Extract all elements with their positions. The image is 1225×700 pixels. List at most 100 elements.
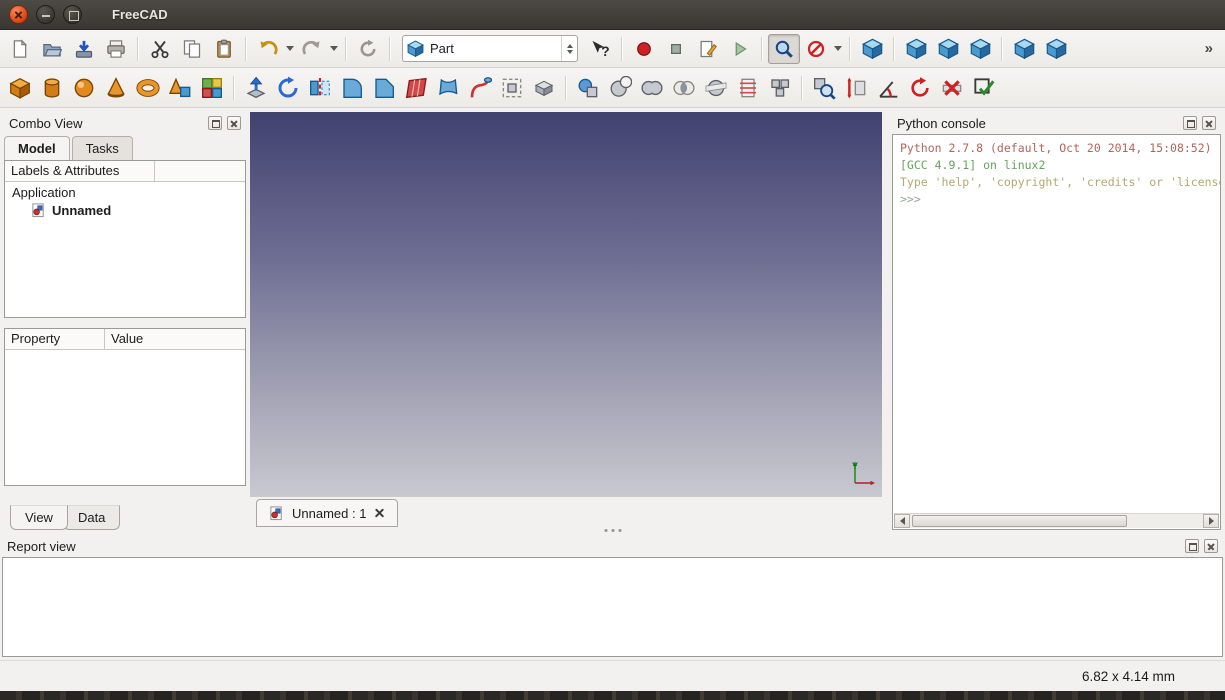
- macro-play-button[interactable]: [724, 34, 756, 64]
- part-sphere-button[interactable]: [68, 73, 100, 103]
- part-common-button[interactable]: [668, 73, 700, 103]
- whats-this-button[interactable]: ?: [584, 34, 616, 64]
- part-offset-button[interactable]: [496, 73, 528, 103]
- draw-style-dropdown-arrow[interactable]: [832, 34, 844, 64]
- file-toolbar: Part ?: [0, 30, 1225, 68]
- refresh-button[interactable]: [352, 34, 384, 64]
- draw-style-button[interactable]: [800, 34, 832, 64]
- part-cone-button[interactable]: [100, 73, 132, 103]
- part-check-geometry-button[interactable]: [808, 73, 840, 103]
- print-button[interactable]: [100, 34, 132, 64]
- part-cylinder-button[interactable]: [36, 73, 68, 103]
- undo-dropdown-arrow[interactable]: [284, 34, 296, 64]
- view-axonometric-button[interactable]: [856, 34, 888, 64]
- part-torus-button[interactable]: [132, 73, 164, 103]
- part-shapebuilder-button[interactable]: [196, 73, 228, 103]
- scrollbar-thumb[interactable]: [912, 515, 1127, 527]
- part-union-button[interactable]: [636, 73, 668, 103]
- part-primitives-button[interactable]: [164, 73, 196, 103]
- macro-edit-button[interactable]: [692, 34, 724, 64]
- scroll-left-button[interactable]: [894, 514, 910, 528]
- redo-button[interactable]: [296, 34, 328, 64]
- tree-item-document[interactable]: Unnamed: [5, 201, 245, 220]
- view-top-button[interactable]: [932, 34, 964, 64]
- view-rear-button[interactable]: [1008, 34, 1040, 64]
- part-torus-icon: [136, 76, 160, 100]
- macro-stop-button[interactable]: [660, 34, 692, 64]
- combo-view-splitter[interactable]: [2, 318, 248, 328]
- scroll-right-button[interactable]: [1203, 514, 1219, 528]
- 3d-viewport[interactable]: Y: [250, 112, 882, 497]
- model-tree[interactable]: Labels & Attributes Application Unnamed: [4, 160, 246, 318]
- view-bottom-button[interactable]: [1040, 34, 1072, 64]
- title-bar[interactable]: FreeCAD: [0, 0, 1225, 30]
- part-sweep-button[interactable]: [464, 73, 496, 103]
- combo-view-close-button[interactable]: [227, 116, 241, 130]
- part-box-button[interactable]: [4, 73, 36, 103]
- document-tab[interactable]: Unnamed : 1: [256, 499, 398, 527]
- fit-all-button[interactable]: [768, 34, 800, 64]
- toolbar-separator: [1001, 37, 1003, 61]
- part-revolve-button[interactable]: [272, 73, 304, 103]
- report-view-area[interactable]: [2, 557, 1223, 657]
- part-toolbar: [0, 68, 1225, 108]
- part-section-button[interactable]: [700, 73, 732, 103]
- tree-item-application[interactable]: Application: [5, 182, 245, 201]
- part-cut-button[interactable]: [604, 73, 636, 103]
- part-measure-toggle-button[interactable]: [968, 73, 1000, 103]
- tab-tasks[interactable]: Tasks: [72, 136, 133, 160]
- tab-view[interactable]: View: [10, 505, 68, 530]
- tab-model[interactable]: Model: [4, 136, 70, 160]
- document-tab-close-icon[interactable]: [374, 508, 385, 519]
- workbench-selector[interactable]: Part: [402, 35, 578, 62]
- part-compound-button[interactable]: [764, 73, 796, 103]
- part-measure-clear-button[interactable]: [936, 73, 968, 103]
- scrollbar-track[interactable]: [910, 514, 1203, 528]
- workbench-selector-spinner[interactable]: [561, 36, 573, 61]
- property-editor[interactable]: Property Value: [4, 328, 246, 486]
- part-fillet-button[interactable]: [336, 73, 368, 103]
- python-console-area[interactable]: Python 2.7.8 (default, Oct 20 2014, 15:0…: [892, 134, 1221, 530]
- horizontal-scrollbar[interactable]: [894, 513, 1219, 528]
- new-document-button[interactable]: [4, 34, 36, 64]
- part-ruled-surface-button[interactable]: [400, 73, 432, 103]
- redo-dropdown-arrow[interactable]: [328, 34, 340, 64]
- python-console-float-button[interactable]: [1183, 116, 1197, 130]
- refresh-icon: [358, 39, 378, 59]
- part-measure-angular-button[interactable]: [872, 73, 904, 103]
- view-front-button[interactable]: [900, 34, 932, 64]
- part-chamfer-button[interactable]: [368, 73, 400, 103]
- window-maximize-button[interactable]: [63, 5, 82, 24]
- python-console-close-button[interactable]: [1202, 116, 1216, 130]
- view-right-button[interactable]: [964, 34, 996, 64]
- report-view-close-button[interactable]: [1204, 539, 1218, 553]
- part-boolean-button[interactable]: [572, 73, 604, 103]
- freecad-document-icon: [31, 203, 46, 218]
- part-mirror-button[interactable]: [304, 73, 336, 103]
- undo-button[interactable]: [252, 34, 284, 64]
- tab-data[interactable]: Data: [63, 505, 120, 530]
- part-cone-icon: [104, 76, 128, 100]
- paste-button[interactable]: [208, 34, 240, 64]
- window-close-button[interactable]: [9, 5, 28, 24]
- open-document-button[interactable]: [36, 34, 68, 64]
- part-cross-sections-button[interactable]: [732, 73, 764, 103]
- part-loft-button[interactable]: [432, 73, 464, 103]
- window-minimize-button[interactable]: [36, 5, 55, 24]
- cut-button[interactable]: [144, 34, 176, 64]
- chevron-down-icon: [330, 46, 338, 51]
- part-thickness-button[interactable]: [528, 73, 560, 103]
- macro-record-button[interactable]: [628, 34, 660, 64]
- python-console-header[interactable]: Python console: [890, 112, 1223, 134]
- report-view-splitter-handle[interactable]: [604, 529, 621, 532]
- part-extrude-button[interactable]: [240, 73, 272, 103]
- combo-view-header[interactable]: Combo View: [2, 112, 248, 134]
- toolbar-overflow-button[interactable]: »: [1201, 40, 1221, 57]
- copy-button[interactable]: [176, 34, 208, 64]
- report-view-header[interactable]: Report view: [0, 535, 1225, 557]
- part-measure-linear-button[interactable]: [840, 73, 872, 103]
- report-view-float-button[interactable]: [1185, 539, 1199, 553]
- combo-view-float-button[interactable]: [208, 116, 222, 130]
- part-measure-refresh-button[interactable]: [904, 73, 936, 103]
- save-document-button[interactable]: [68, 34, 100, 64]
